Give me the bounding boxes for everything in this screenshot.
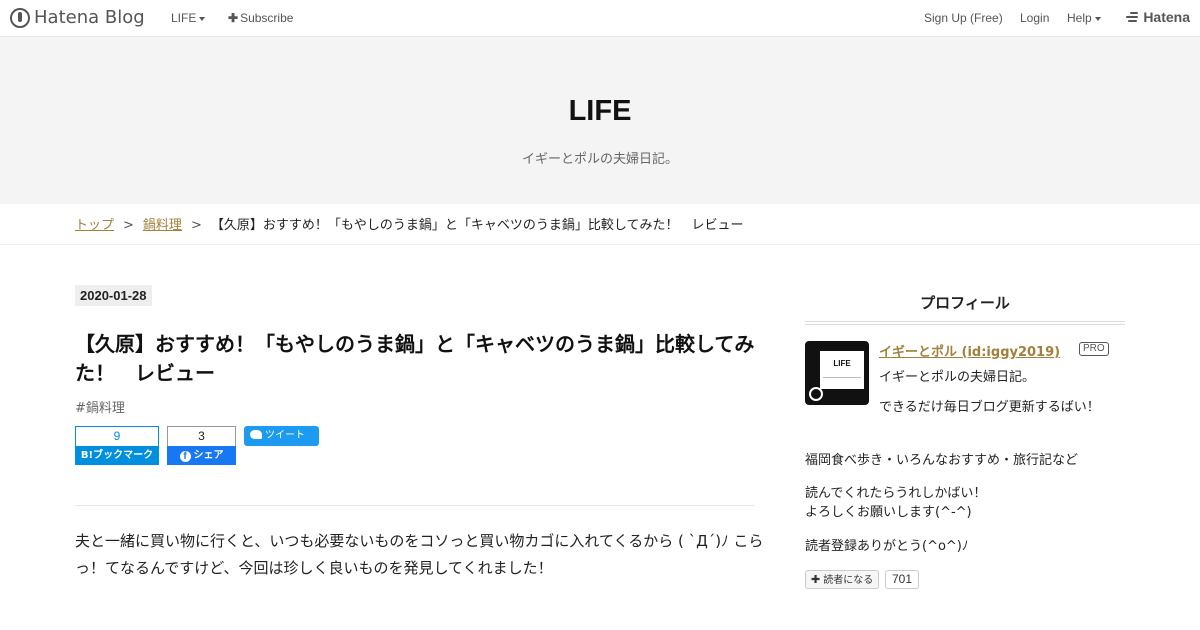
subscribe-link[interactable]: ✚ Subscribe bbox=[228, 11, 293, 25]
blog-header: LIFE イギーとポルの夫婦日記。 bbox=[0, 37, 1200, 204]
avatar-text: LIFE bbox=[833, 359, 851, 368]
breadcrumb-category-link[interactable]: 鍋料理 bbox=[143, 218, 182, 233]
profile-text-3b: よろしくお願いします(^-^) bbox=[805, 505, 972, 520]
article-divider bbox=[75, 505, 755, 506]
plus-icon: ✚ bbox=[811, 573, 821, 586]
breadcrumb-top-link[interactable]: トップ bbox=[75, 218, 114, 233]
caret-down-icon bbox=[199, 16, 206, 21]
breadcrumb-current: 【久原】おすすめ！「もやしのうま鍋」と「キャベツのうま鍋」比較してみた！ レビュ… bbox=[210, 218, 744, 233]
profile-text-4: 読者登録ありがとう(^o^)ﾉ bbox=[805, 539, 969, 554]
profile-name-link[interactable]: イギーとポル (id:iggy2019) bbox=[879, 341, 1060, 360]
global-header: Hatena Blog LIFE ✚ Subscribe Sign Up (Fre… bbox=[0, 0, 1200, 37]
twitter-bird-icon bbox=[250, 430, 262, 439]
brand-text: Hatena Blog bbox=[34, 7, 145, 28]
facebook-icon: f bbox=[179, 451, 191, 462]
breadcrumb-separator: > bbox=[123, 218, 134, 233]
signup-link[interactable]: Sign Up (Free) bbox=[924, 11, 1003, 25]
share-label: シェア bbox=[193, 450, 224, 461]
hatena-logo-text: Hatena bbox=[1143, 9, 1190, 25]
life-menu-label: LIFE bbox=[171, 11, 197, 25]
caret-down-icon bbox=[1094, 16, 1101, 21]
share-label-wrap: f シェア bbox=[167, 446, 236, 465]
entry-title[interactable]: 【久原】おすすめ！「もやしのうま鍋」と「キャベツのうま鍋」比較してみた！ レビュ… bbox=[75, 330, 765, 388]
profile-description: イギーとポルの夫婦日記。 bbox=[879, 370, 1036, 385]
sidebar-title-rule bbox=[805, 321, 1125, 325]
profile-text-1: できるだけ毎日ブログ更新するばい！ bbox=[879, 400, 1100, 415]
sidebar-profile-title: プロフィール bbox=[920, 294, 1010, 312]
bookmark-label: B!ブックマーク bbox=[75, 446, 159, 465]
tweet-button[interactable]: ツイート bbox=[244, 426, 319, 446]
avatar-logo: LIFE bbox=[820, 351, 864, 389]
facebook-share-button[interactable]: 3 f シェア bbox=[167, 426, 236, 465]
help-label: Help bbox=[1067, 11, 1092, 25]
help-menu[interactable]: Help bbox=[1067, 11, 1101, 25]
bookmark-count[interactable]: 9 bbox=[75, 426, 159, 446]
share-count: 3 bbox=[167, 426, 236, 446]
entry-date[interactable]: 2020-01-28 bbox=[75, 285, 152, 306]
profile-text-2: 福岡食べ歩き・いろんなおすすめ・旅行記など bbox=[805, 453, 1079, 468]
tweet-label: ツイート bbox=[265, 430, 305, 441]
plus-icon: ✚ bbox=[228, 11, 239, 25]
hatena-lines-icon bbox=[1126, 11, 1140, 23]
avatar[interactable]: LIFE bbox=[805, 341, 869, 405]
blog-description: イギーとポルの夫婦日記。 bbox=[521, 152, 678, 167]
subscribe-reader-button[interactable]: ✚ 読者になる bbox=[805, 570, 880, 589]
subscribe-label: Subscribe bbox=[240, 11, 294, 25]
entry-body-paragraph: 夫と一緒に買い物に行くと、いつも必要ないものをコソっと買い物カゴに入れてくるから… bbox=[75, 532, 764, 577]
entry-category-tag[interactable]: #鍋料理 bbox=[75, 397, 125, 416]
hatena-bookmark-button[interactable]: 9 B!ブックマーク bbox=[75, 426, 159, 465]
hatena-blog-logo[interactable]: Hatena Blog bbox=[10, 7, 145, 28]
breadcrumb: トップ > 鍋料理 > 【久原】おすすめ！「もやしのうま鍋」と「キャベツのうま鍋」比較し… bbox=[75, 214, 743, 233]
subscribe-reader-label: 読者になる bbox=[823, 575, 874, 586]
profile-text-3a: 読んでくれたらうれしかばい！ bbox=[805, 486, 987, 501]
pro-badge[interactable]: PRO bbox=[1079, 342, 1109, 356]
login-link[interactable]: Login bbox=[1020, 11, 1049, 25]
breadcrumb-separator: > bbox=[190, 218, 202, 233]
life-menu[interactable]: LIFE bbox=[171, 11, 206, 25]
subscriber-count[interactable]: 701 bbox=[885, 570, 920, 589]
hatena-blog-mark-icon bbox=[10, 7, 30, 28]
blog-title[interactable]: LIFE bbox=[0, 95, 1200, 128]
hatena-logo[interactable]: Hatena bbox=[1126, 9, 1190, 25]
profile-text-3: 読んでくれたらうれしかばい！ よろしくお願いします(^-^) bbox=[805, 484, 986, 522]
breadcrumb-divider bbox=[0, 244, 1200, 245]
